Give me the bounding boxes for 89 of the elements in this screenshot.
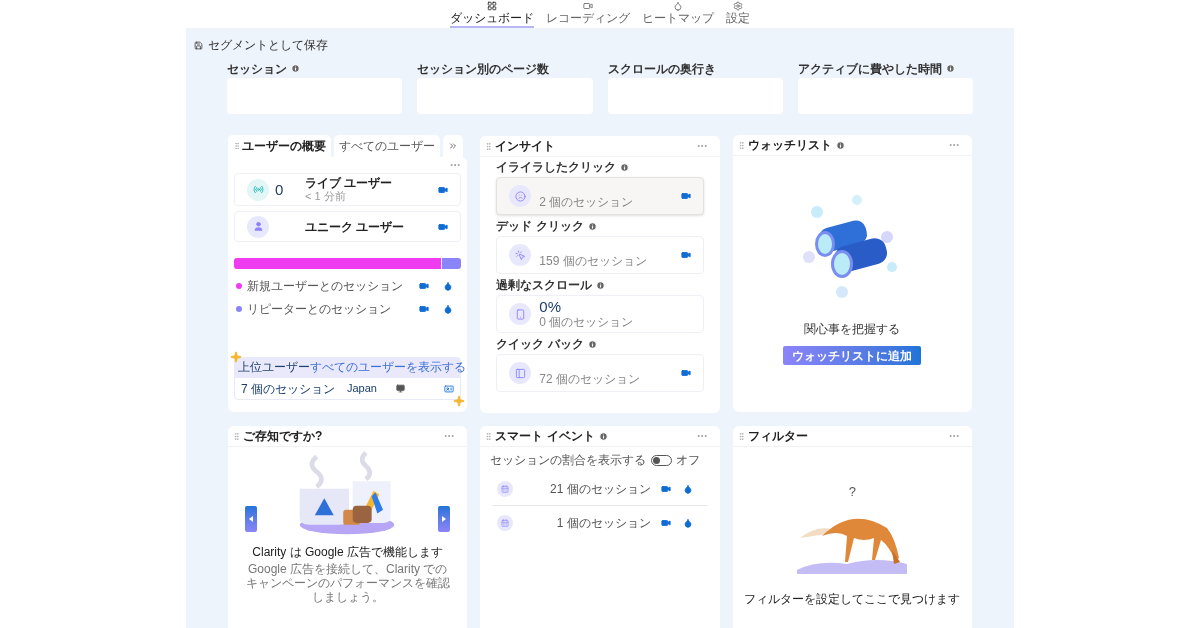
heatmap-icon[interactable] (443, 304, 454, 314)
add-to-watchlist-button[interactable]: ウォッチリストに追加 (783, 346, 922, 365)
drag-handle-icon[interactable] (232, 431, 241, 441)
watchlist-caption: 関心事を把握する (804, 321, 901, 338)
user-icon (247, 215, 269, 238)
drag-handle-icon[interactable] (736, 431, 746, 441)
widget-title: ご存知ですか? (243, 430, 323, 442)
drag-handle-icon (233, 142, 241, 150)
tip-description: Google 広告を接続して、Clarity でのキャンペーンのパフォーマンスを確認しましょう。 (244, 562, 451, 604)
drag-handle-icon[interactable] (484, 431, 494, 441)
recording-icon[interactable] (660, 484, 671, 494)
desktop-icon (396, 384, 405, 393)
settings-icon (733, 1, 743, 11)
live-icon (247, 178, 269, 201)
widget-title: ウォッチリスト (747, 139, 832, 151)
recording-icon[interactable] (419, 281, 430, 291)
recording-icon[interactable] (660, 517, 671, 528)
metric-label: スクロールの奥行き (607, 60, 716, 78)
toggle-state: オフ (676, 452, 701, 469)
nav-tab[interactable]: 設定 (726, 1, 750, 28)
sparkle-icon (230, 351, 242, 363)
widget-tab[interactable]: ユーザーの概要 (228, 135, 331, 157)
recording-icon[interactable] (680, 368, 691, 378)
frown-face-icon (509, 185, 532, 207)
event-icon (497, 514, 514, 531)
tip-headline: Clarity は Google 広告で機能します (251, 545, 444, 559)
phone-icon (509, 303, 532, 325)
previous-button[interactable] (245, 506, 257, 532)
double-chevron-icon (448, 141, 458, 151)
nav-tab[interactable]: ヒートマップ (642, 1, 714, 28)
insight-sessions: 0 個のセッション (539, 315, 634, 329)
toggle-label: セッションの割合を表示する (490, 452, 647, 469)
recording-icon[interactable] (419, 304, 430, 314)
heatmap-icon[interactable] (682, 517, 693, 528)
insight-value: 0% (539, 299, 562, 315)
table-cell-text: Japan (347, 381, 378, 397)
insight-label: デッド クリック (496, 218, 584, 234)
insight-card[interactable]: 0% 0 個のセッション (496, 295, 704, 333)
insight-sessions: 72 個のセッション (539, 372, 640, 386)
pointer-click-icon (509, 244, 532, 266)
droplet-icon (673, 1, 683, 11)
save-icon (194, 40, 203, 50)
insight-card[interactable]: 2 個のセッション (496, 177, 704, 215)
heatmap-icon[interactable] (443, 281, 454, 291)
insight-card[interactable]: 159 個のセッション (496, 236, 704, 274)
card-icon (444, 383, 455, 394)
top-users-title: 上位ユーザー (238, 360, 310, 376)
filter-caption: フィルターを設定してここで見つけます (744, 591, 961, 608)
table-cell-text: 7 個のセッション (241, 380, 336, 398)
dashboard-icon (487, 1, 497, 11)
event-sessions: 1 個のセッション (556, 514, 651, 532)
legend-label: リピーターとのセッション (247, 301, 391, 318)
widget-tab[interactable]: すべてのユーザー (334, 135, 440, 157)
sparkle-icon (453, 395, 466, 407)
drag-handle-icon[interactable] (736, 140, 746, 150)
metric-label: アクティブに費やした時間 (797, 60, 942, 78)
event-sessions: 21 個のセッション (549, 481, 651, 498)
metric-label: セッション (227, 60, 287, 78)
insight-sessions: 2 個のセッション (539, 195, 634, 209)
unique-users-label: ユニーク ユーザー (305, 218, 405, 236)
legend-label: 新規ユーザーとのセッション (247, 278, 403, 295)
live-count: 0 (275, 182, 285, 197)
question-mark: ? (848, 485, 856, 498)
insight-label: 過剰なスクロール (496, 277, 593, 293)
save-segment-button[interactable]: セグメントとして保存 (194, 36, 328, 54)
left-triangle-icon (249, 516, 253, 522)
metric-label: セッション別のページ数 (417, 60, 550, 78)
view-all-users-link[interactable]: すべてのユーザーを表示する (310, 359, 466, 377)
right-triangle-icon (442, 516, 447, 522)
live-users-time: < 1 分前 (305, 190, 347, 203)
recording-icon[interactable] (438, 221, 449, 232)
next-button[interactable] (438, 506, 451, 532)
insight-label: イライラしたクリック (496, 159, 617, 175)
insight-label: クイック バック (496, 336, 584, 352)
nav-tab[interactable]: レコーディング (546, 1, 630, 28)
live-users-label: ライブ ユーザー (305, 176, 393, 190)
insight-card[interactable]: 72 個のセッション (496, 354, 704, 392)
insight-sessions: 159 個のセッション (539, 254, 647, 268)
recording-icon[interactable] (438, 184, 449, 195)
video-camera-icon (583, 1, 593, 11)
widget-title: スマート イベント (495, 430, 595, 442)
heatmap-icon[interactable] (682, 484, 693, 494)
widget-title: フィルター (747, 430, 808, 442)
event-icon (497, 481, 514, 497)
widget-title: インサイト (495, 140, 556, 152)
drag-handle-icon[interactable] (484, 141, 494, 151)
percentage-toggle[interactable] (651, 454, 673, 466)
recording-icon[interactable] (680, 191, 691, 201)
recording-icon[interactable] (680, 250, 691, 260)
